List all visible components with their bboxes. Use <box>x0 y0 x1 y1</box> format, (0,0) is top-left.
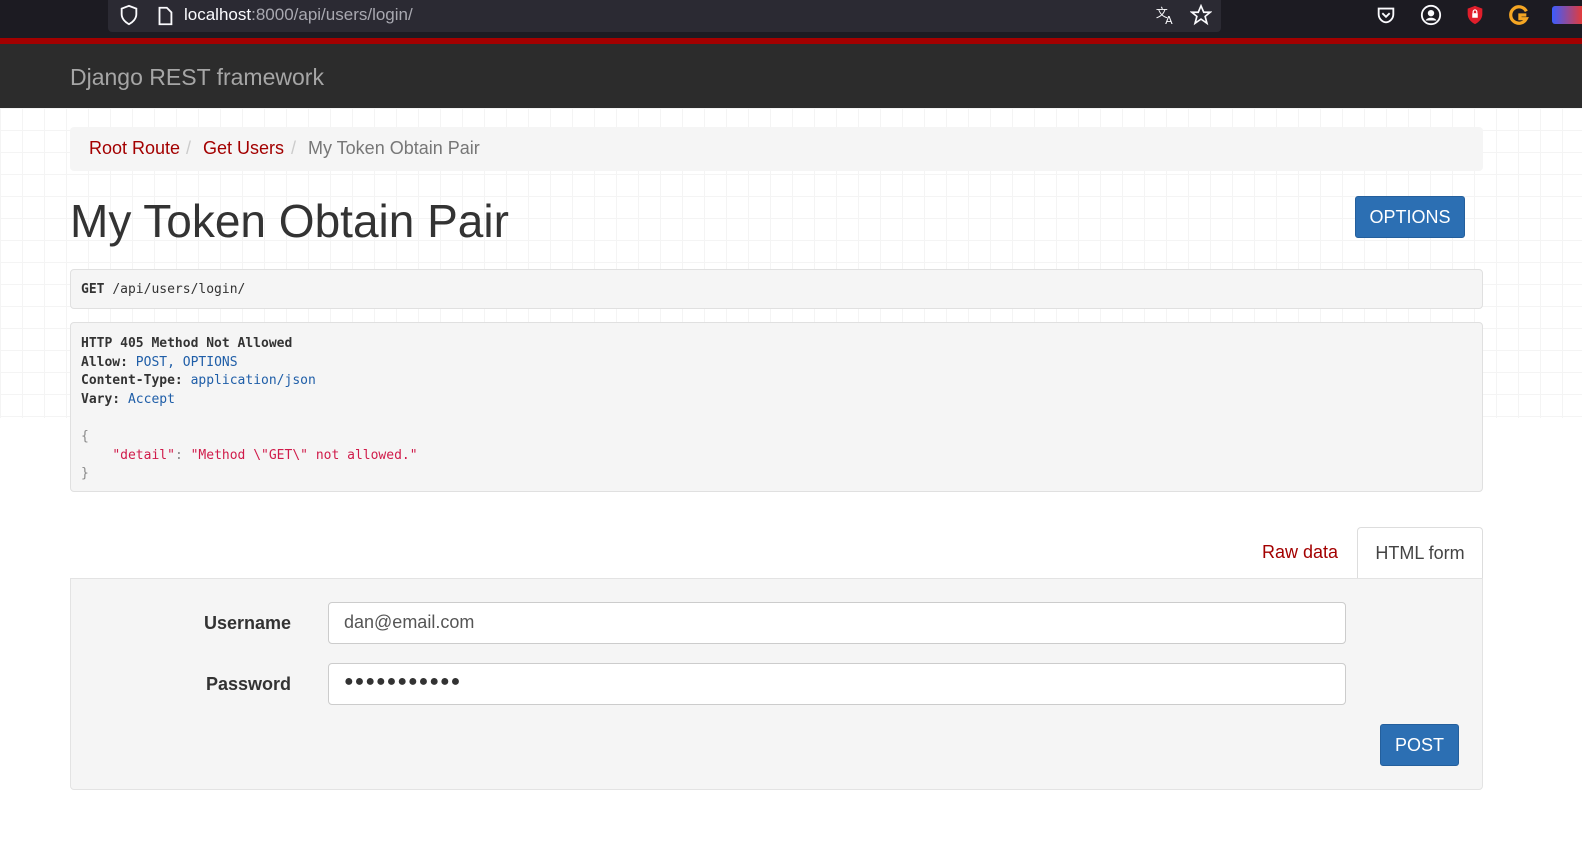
post-button[interactable]: POST <box>1380 724 1459 766</box>
password-label: Password <box>205 674 291 694</box>
lock-extension-icon[interactable] <box>1464 4 1486 26</box>
url-text: localhost:8000/api/users/login/ <box>184 5 413 25</box>
header-key-vary: Vary: <box>81 392 121 408</box>
svg-text:A: A <box>1165 14 1173 26</box>
password-input[interactable]: ●●●●●●●●●●● <box>328 663 1346 705</box>
breadcrumb: Root Route / Get Users / My Token Obtain… <box>70 127 1483 171</box>
request-info: GET /api/users/login/ <box>70 269 1483 309</box>
browser-toolbar: 文A localhost:8000/api/users/login/ <box>0 0 1582 38</box>
bookmark-star-icon[interactable] <box>1190 4 1212 26</box>
page-icon <box>158 6 173 26</box>
header-key-allow: Allow: <box>81 354 128 370</box>
account-icon[interactable] <box>1420 4 1442 26</box>
html-form: Username dan@email.com Password ●●●●●●●●… <box>70 578 1483 790</box>
json-key-detail: "detail" <box>112 447 175 463</box>
tab-raw-data[interactable]: Raw data <box>1245 527 1355 579</box>
brand-link[interactable]: Django REST framework <box>70 64 324 91</box>
header-key-content-type: Content-Type: <box>81 373 183 389</box>
breadcrumb-separator: / <box>186 138 192 158</box>
username-input[interactable]: dan@email.com <box>328 602 1346 644</box>
pocket-icon[interactable] <box>1375 4 1397 26</box>
url-host: localhost <box>184 5 252 24</box>
url-path: :8000/api/users/login/ <box>251 5 413 24</box>
tab-html-form[interactable]: HTML form <box>1357 527 1483 579</box>
breadcrumb-item-root-route[interactable]: Root Route <box>89 138 180 159</box>
shield-icon[interactable] <box>118 4 140 26</box>
page-title: My Token Obtain Pair <box>70 195 509 247</box>
extension-icon-partial[interactable] <box>1552 6 1582 24</box>
header-value-content-type: application/json <box>190 373 316 389</box>
options-button[interactable]: OPTIONS <box>1355 196 1465 238</box>
header-value-vary: Accept <box>127 392 175 408</box>
json-brace-close: } <box>81 466 89 482</box>
breadcrumb-item-current: My Token Obtain Pair <box>308 138 480 158</box>
breadcrumb-item-get-users[interactable]: Get Users <box>203 138 284 159</box>
header-value-allow: POST, OPTIONS <box>135 354 238 370</box>
json-colon: : <box>174 447 183 463</box>
response-info: HTTP 405 Method Not Allowed Allow: POST,… <box>70 322 1483 492</box>
json-brace-open: { <box>81 428 89 444</box>
request-path: /api/users/login/ <box>112 282 246 297</box>
json-value-detail: "Method \"GET\" not allowed." <box>190 447 418 463</box>
grammarly-extension-icon[interactable] <box>1508 4 1530 26</box>
username-label: Username <box>203 613 291 633</box>
request-method: GET <box>81 282 105 297</box>
translate-icon[interactable]: 文A <box>1155 4 1177 26</box>
navbar: Django REST framework <box>0 44 1582 108</box>
response-status: HTTP 405 Method Not Allowed <box>81 336 293 351</box>
breadcrumb-separator: / <box>291 138 297 158</box>
